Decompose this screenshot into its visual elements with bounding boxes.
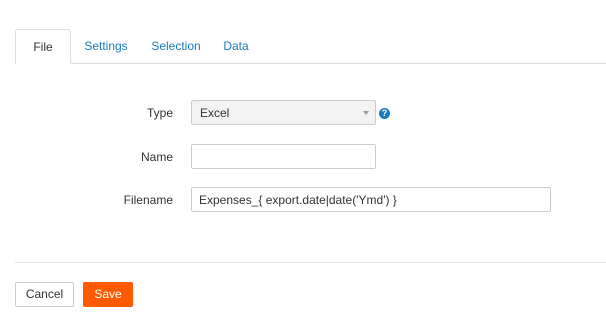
tab-selection[interactable]: Selection bbox=[148, 29, 204, 63]
filename-label: Filename bbox=[123, 193, 173, 207]
export-dialog: File Settings Selection Data Type Excel … bbox=[0, 0, 606, 317]
filename-input[interactable] bbox=[191, 187, 551, 212]
tab-data[interactable]: Data bbox=[218, 29, 254, 63]
save-button[interactable]: Save bbox=[83, 282, 133, 307]
type-select-value: Excel bbox=[200, 106, 230, 120]
tab-bar: File Settings Selection Data bbox=[15, 29, 606, 64]
footer-divider bbox=[15, 262, 606, 263]
type-label: Type bbox=[146, 106, 173, 120]
chevron-down-icon bbox=[363, 111, 369, 115]
tab-settings[interactable]: Settings bbox=[79, 29, 133, 63]
type-select[interactable]: Excel bbox=[191, 100, 376, 125]
help-icon[interactable]: ? bbox=[379, 108, 390, 119]
cancel-button[interactable]: Cancel bbox=[15, 282, 74, 307]
name-input[interactable] bbox=[191, 144, 376, 169]
name-label: Name bbox=[140, 150, 173, 164]
tab-file[interactable]: File bbox=[15, 29, 71, 64]
